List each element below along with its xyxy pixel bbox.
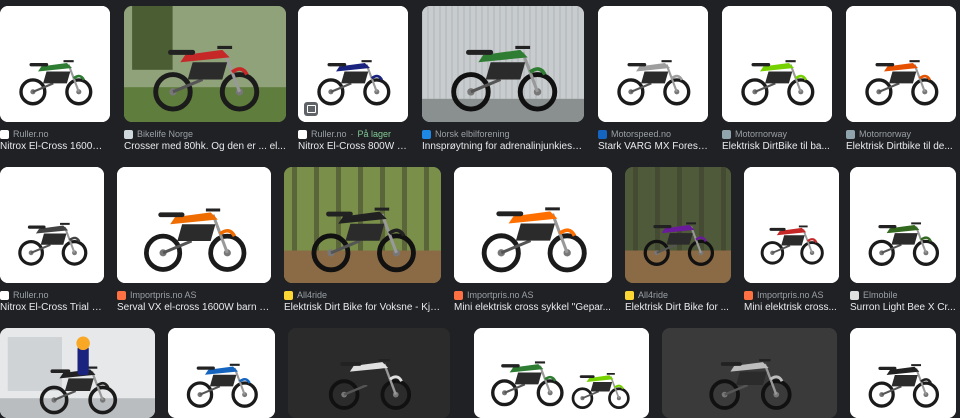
site-favicon-icon <box>117 290 126 300</box>
site-favicon-icon <box>846 129 855 139</box>
result-thumbnail[interactable] <box>0 167 104 283</box>
source-name: Importpris.no AS <box>467 290 534 300</box>
motorbike-image <box>168 328 275 418</box>
result-thumbnail[interactable] <box>625 167 731 283</box>
result-thumbnail[interactable] <box>288 328 450 418</box>
result-title-link[interactable]: Elektrisk Dirt Bike for ... <box>625 302 731 316</box>
result-thumbnail[interactable] <box>0 328 155 418</box>
motorbike-image <box>422 6 584 122</box>
result-thumbnail[interactable] <box>474 328 649 418</box>
result-title-link[interactable]: Nitrox El-Cross 1600W ... <box>0 141 110 155</box>
result-source[interactable]: Motornorway <box>722 127 832 141</box>
result-source[interactable]: All4ride <box>625 288 731 302</box>
source-name: Elmobile <box>863 290 898 300</box>
result-title-link[interactable]: Elektrisk Dirtbike til de... <box>846 141 956 155</box>
result-thumbnail[interactable] <box>117 167 271 283</box>
source-name: Ruller.no <box>311 129 347 139</box>
site-favicon-icon <box>0 129 9 139</box>
result-thumbnail[interactable] <box>850 328 956 418</box>
result-source[interactable]: Importpris.no AS <box>454 288 612 302</box>
result-source[interactable]: All4ride <box>284 288 441 302</box>
motorbike-image <box>0 6 110 122</box>
result-title-link[interactable]: Mini elektrisk cross sykkel "Gepar... <box>454 302 612 316</box>
source-name: All4ride <box>638 290 669 300</box>
motorbike-image <box>284 167 441 283</box>
result-title-link[interactable]: Surron Light Bee X Cr... <box>850 302 956 316</box>
site-favicon-icon <box>625 290 634 300</box>
motorbike-image <box>744 167 839 283</box>
motorbike-image <box>0 167 104 283</box>
site-favicon-icon <box>298 129 307 139</box>
site-favicon-icon <box>744 290 753 300</box>
source-name: Ruller.no <box>13 290 49 300</box>
result-source[interactable]: Motornorway <box>846 127 956 141</box>
result-source[interactable]: Ruller.no <box>0 288 104 302</box>
motorbike-image <box>454 167 612 283</box>
motorbike-image <box>662 328 837 418</box>
result-source[interactable]: Bikelife Norge <box>124 127 286 141</box>
source-name: All4ride <box>297 290 328 300</box>
site-favicon-icon <box>422 129 431 139</box>
result-source[interactable]: Ruller.no <box>0 127 110 141</box>
site-favicon-icon <box>124 129 133 139</box>
result-source[interactable]: Elmobile <box>850 288 956 302</box>
source-name: Motornorway <box>735 129 788 139</box>
result-source[interactable]: Importpris.no AS <box>117 288 271 302</box>
site-favicon-icon <box>284 290 293 300</box>
site-favicon-icon <box>850 290 859 300</box>
separator: · <box>350 129 354 139</box>
source-name: Norsk elbilforening <box>435 129 510 139</box>
motorbike-image <box>124 6 286 122</box>
result-thumbnail[interactable] <box>284 167 441 283</box>
result-thumbnail[interactable] <box>846 6 956 122</box>
site-favicon-icon <box>598 129 607 139</box>
motorbike-image <box>850 167 956 283</box>
source-name: Importpris.no AS <box>757 290 824 300</box>
result-thumbnail[interactable] <box>168 328 275 418</box>
shopping-tag-icon <box>304 102 318 116</box>
source-name: Motornorway <box>859 129 912 139</box>
result-title-link[interactable]: Serval VX el-cross 1600W barn 1... <box>117 302 271 316</box>
result-title-link[interactable]: Nitrox El-Cross Trial 1... <box>0 302 104 316</box>
motorbike-image <box>288 328 450 418</box>
source-name: Ruller.no <box>13 129 49 139</box>
result-thumbnail[interactable] <box>722 6 832 122</box>
result-title-link[interactable]: Elektrisk DirtBike til ba... <box>722 141 832 155</box>
motorbike-image <box>846 6 956 122</box>
motorbike-image <box>625 167 731 283</box>
motorbike-image <box>474 328 649 418</box>
result-source[interactable]: Motorspeed.no <box>598 127 708 141</box>
result-thumbnail[interactable] <box>422 6 584 122</box>
result-source[interactable]: Ruller.no · På lager <box>298 127 408 141</box>
motorbike-image <box>0 328 155 418</box>
source-name: Motorspeed.no <box>611 129 672 139</box>
result-thumbnail[interactable] <box>744 167 839 283</box>
result-source[interactable]: Importpris.no AS <box>744 288 839 302</box>
result-thumbnail[interactable] <box>598 6 708 122</box>
result-thumbnail[interactable] <box>0 6 110 122</box>
motorbike-image <box>722 6 832 122</box>
result-source[interactable]: Norsk elbilforening <box>422 127 584 141</box>
result-title-link[interactable]: Crosser med 80hk. Og den er ... el... <box>124 141 286 155</box>
site-favicon-icon <box>0 290 9 300</box>
motorbike-image <box>117 167 271 283</box>
result-thumbnail[interactable] <box>298 6 408 122</box>
result-title-link[interactable]: Stark VARG MX Forest... <box>598 141 708 155</box>
in-stock-label: På lager <box>357 129 392 139</box>
source-name: Bikelife Norge <box>137 129 194 139</box>
result-thumbnail[interactable] <box>850 167 956 283</box>
motorbike-image <box>850 328 956 418</box>
site-favicon-icon <box>454 290 463 300</box>
site-favicon-icon <box>722 129 731 139</box>
result-thumbnail[interactable] <box>454 167 612 283</box>
motorbike-image <box>598 6 708 122</box>
result-thumbnail[interactable] <box>662 328 837 418</box>
source-name: Importpris.no AS <box>130 290 197 300</box>
result-title-link[interactable]: Nitrox El-Cross 800W -... <box>298 141 408 155</box>
result-title-link[interactable]: Mini elektrisk cross... <box>744 302 839 316</box>
result-title-link[interactable]: Innsprøytning for adrenalinjunkies -... <box>422 141 584 155</box>
result-title-link[interactable]: Elektrisk Dirt Bike for Voksne - Kjø... <box>284 302 441 316</box>
result-thumbnail[interactable] <box>124 6 286 122</box>
